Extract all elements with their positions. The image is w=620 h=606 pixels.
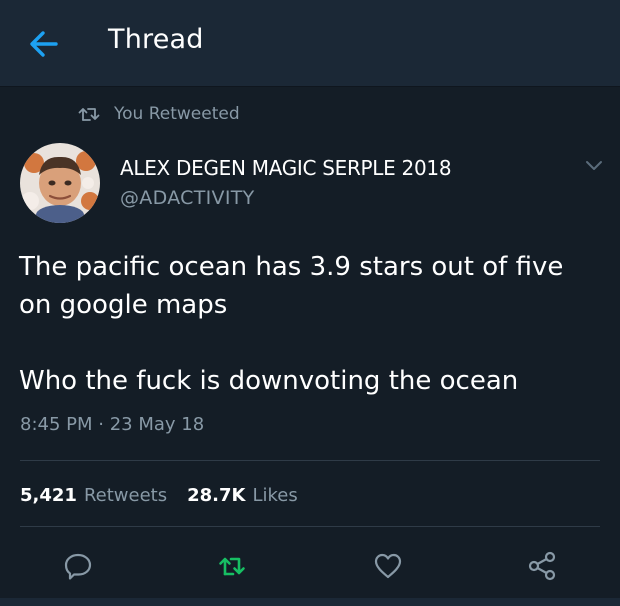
likes-label: Likes: [252, 484, 298, 506]
like-heart-icon: [374, 553, 402, 579]
page-title: Thread: [108, 24, 204, 55]
like-button[interactable]: [372, 550, 404, 582]
likes-count: 28.7K: [187, 484, 246, 506]
reply-icon: [64, 553, 92, 580]
retweets-label: Retweets: [83, 484, 168, 506]
avatar-image: [20, 143, 100, 223]
back-button[interactable]: [26, 28, 62, 60]
author-handle[interactable]: @ADACTIVITY: [120, 187, 255, 209]
bottom-edge: [0, 598, 620, 606]
retweet-context: You Retweeted: [78, 100, 240, 128]
retweet-icon: [78, 108, 100, 121]
top-app-bar: Thread: [0, 0, 620, 87]
engagement-stats: 5,421 Retweets 28.7K Likes: [20, 482, 318, 508]
tweet-timestamp[interactable]: 8:45 PM · 23 May 18: [20, 414, 204, 435]
avatar[interactable]: [20, 143, 100, 223]
more-options-button[interactable]: [582, 156, 606, 176]
retweet-button[interactable]: [216, 550, 248, 582]
reply-button[interactable]: [62, 550, 94, 582]
retweet-icon: [219, 557, 245, 576]
tweet-text: The pacific ocean has 3.9 stars out of f…: [19, 252, 564, 396]
share-button[interactable]: [526, 550, 558, 582]
chevron-down-icon: [586, 161, 602, 170]
retweets-count: 5,421: [20, 484, 77, 506]
likes-stat[interactable]: 28.7K Likes: [187, 485, 298, 506]
divider: [20, 526, 600, 527]
author-display-name[interactable]: ALEX DEGEN MAGIC SERPLE 2018: [120, 156, 452, 180]
divider: [20, 460, 600, 461]
arrow-left-icon: [30, 31, 58, 57]
retweets-stat[interactable]: 5,421 Retweets: [20, 485, 167, 506]
share-icon: [528, 551, 556, 581]
tweet-action-bar: [0, 546, 620, 586]
retweet-context-label: You Retweeted: [114, 104, 240, 124]
